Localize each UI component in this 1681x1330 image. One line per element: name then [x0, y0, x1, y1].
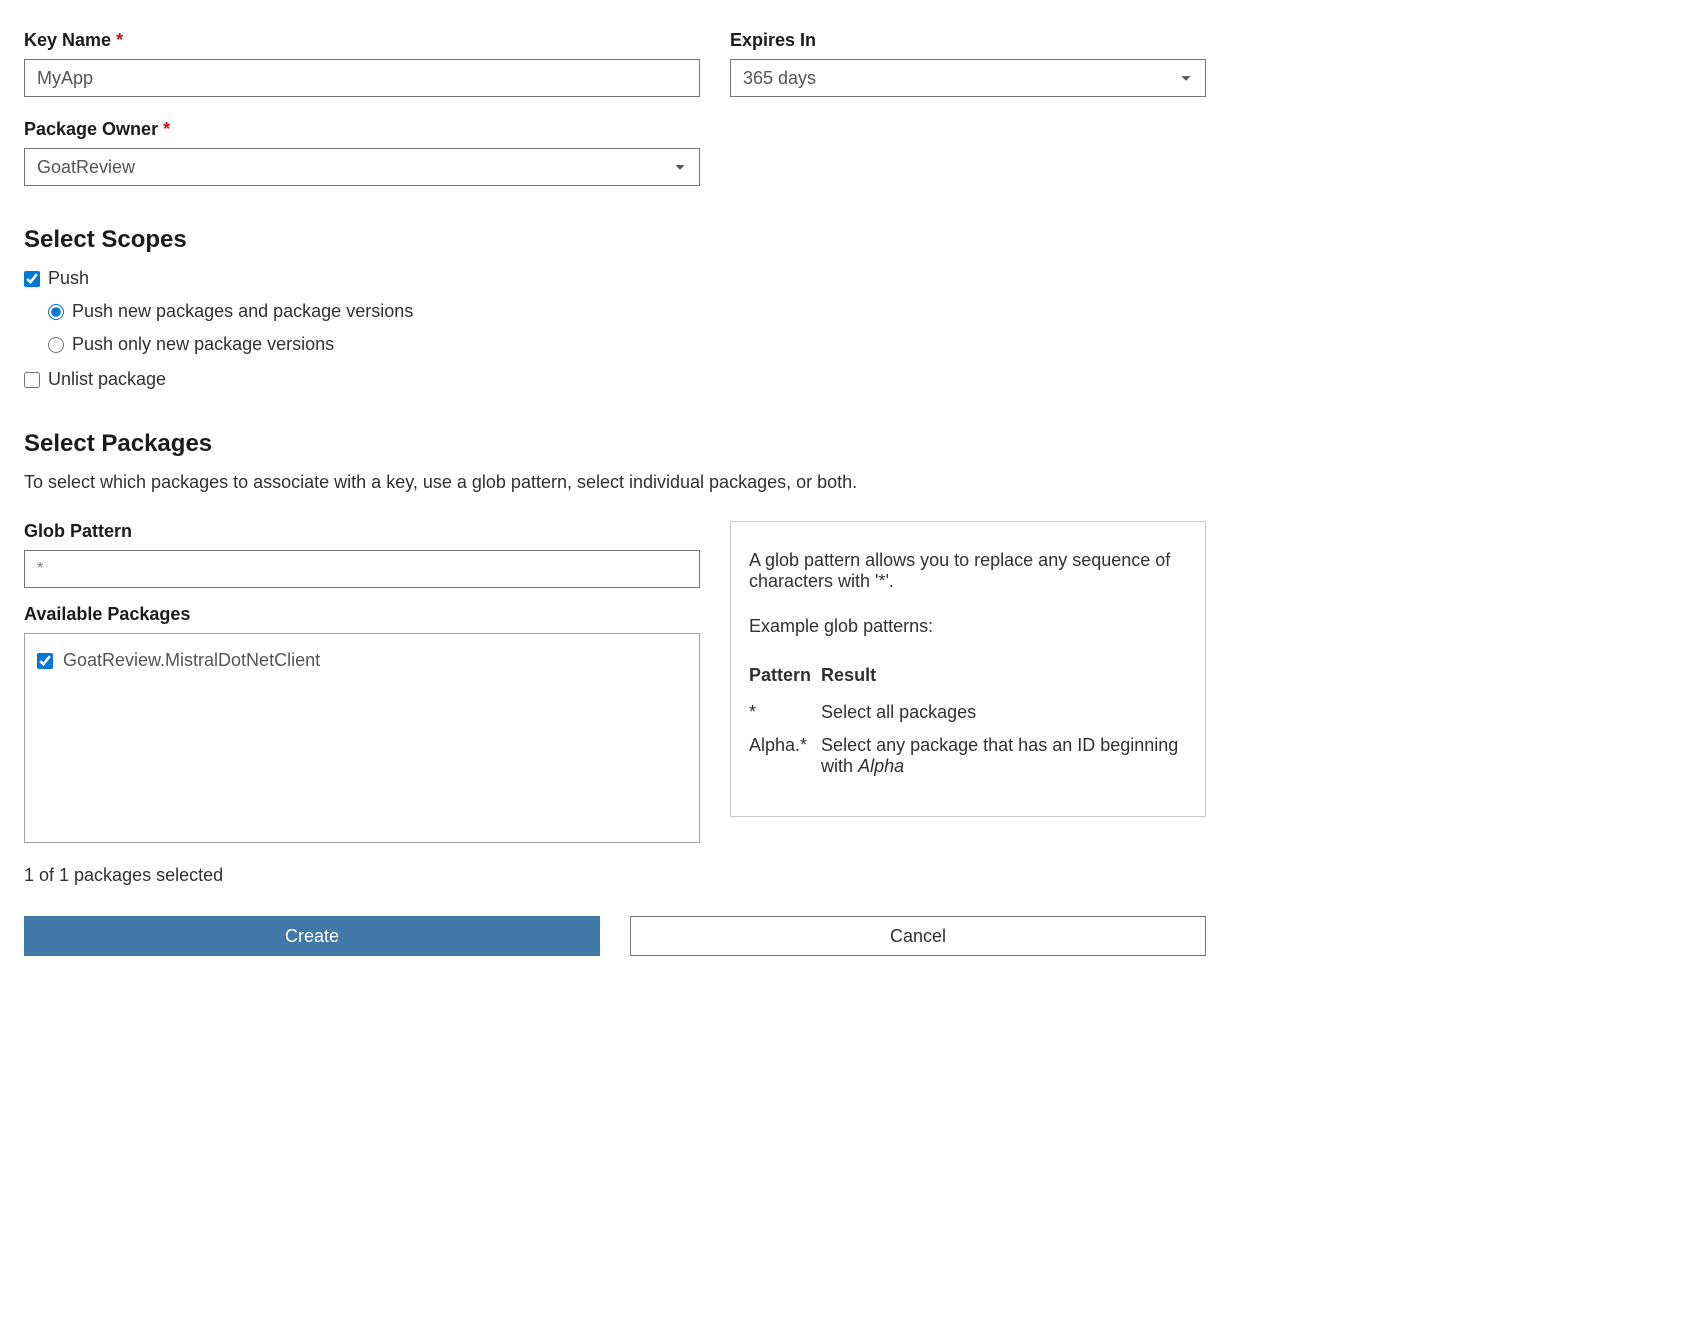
owner-label: Package Owner * [24, 119, 700, 140]
available-label: Available Packages [24, 604, 700, 625]
result-cell: Select all packages [821, 696, 1187, 729]
help-text-1: A glob pattern allows you to replace any… [749, 550, 1187, 592]
push-label: Push [48, 268, 89, 289]
result-header: Result [821, 661, 1187, 696]
push-new-label: Push new packages and package versions [72, 301, 413, 322]
package-count: 1 of 1 packages selected [24, 865, 1206, 886]
expires-label: Expires In [730, 30, 1206, 51]
key-name-input[interactable] [24, 59, 700, 97]
glob-input[interactable] [24, 550, 700, 588]
available-packages-box: GoatReview.MistralDotNetClient [24, 633, 700, 843]
table-row: Alpha.* Select any package that has an I… [749, 729, 1187, 783]
unlist-checkbox[interactable] [24, 372, 40, 388]
expires-select[interactable]: 365 days [730, 59, 1206, 97]
push-only-label: Push only new package versions [72, 334, 334, 355]
required-icon: * [116, 30, 123, 50]
packages-heading: Select Packages [24, 430, 1206, 458]
push-checkbox[interactable] [24, 271, 40, 287]
owner-select[interactable]: GoatReview [24, 148, 700, 186]
glob-label: Glob Pattern [24, 521, 700, 542]
push-new-radio[interactable] [48, 304, 64, 320]
key-name-label: Key Name * [24, 30, 700, 51]
list-item: GoatReview.MistralDotNetClient [37, 650, 687, 671]
table-row: * Select all packages [749, 696, 1187, 729]
package-checkbox[interactable] [37, 653, 53, 669]
push-only-radio[interactable] [48, 337, 64, 353]
pattern-header: Pattern [749, 661, 821, 696]
create-button[interactable]: Create [24, 916, 600, 956]
required-icon: * [163, 119, 170, 139]
result-cell: Select any package that has an ID beginn… [821, 729, 1187, 783]
cancel-button[interactable]: Cancel [630, 916, 1206, 956]
package-name: GoatReview.MistralDotNetClient [63, 650, 320, 671]
pattern-cell: Alpha.* [749, 729, 821, 783]
help-text-2: Example glob patterns: [749, 616, 1187, 637]
unlist-label: Unlist package [48, 369, 166, 390]
glob-help-box: A glob pattern allows you to replace any… [730, 521, 1206, 817]
scopes-heading: Select Scopes [24, 226, 1206, 254]
packages-desc: To select which packages to associate wi… [24, 472, 1206, 493]
pattern-table: Pattern Result * Select all packages Alp… [749, 661, 1187, 783]
pattern-cell: * [749, 696, 821, 729]
